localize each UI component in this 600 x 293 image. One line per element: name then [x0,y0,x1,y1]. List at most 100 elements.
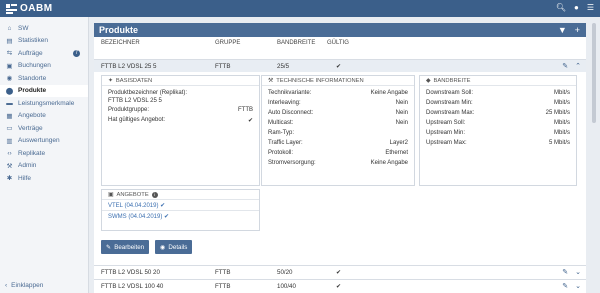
tech-info-field: Technikvariante: Keine Angabe [268,90,408,96]
table-row[interactable]: FTTB L2 VDSL 100 40 FTTB 100/40 ✔ ✎ ⌄ [94,279,586,292]
column-header-name[interactable]: BEZEICHNER [101,40,140,46]
bandwidth-field: Downstream Min: Mbit/s [426,100,570,106]
row-name: FTTB L2 VDSL 25 5 [101,63,157,70]
edit-icon[interactable]: ✎ [562,268,568,276]
tech-info-field: Stromversorgung: Keine Angabe [268,160,408,166]
sidebar: ⌂ SW ▤ Statistiken ⇆ Aufträge 7 ▣ Buchungen ◉ Stan… [0,17,89,293]
basisdaten-card: ✦ BASISDATEN Produktbezeichner (Replikat… [101,75,260,186]
sidebar-item-label: Hilfe [18,174,32,182]
edit-icon[interactable]: ✎ [562,282,568,290]
chevron-down-icon[interactable]: ⌄ [575,268,581,276]
page-scrollbar[interactable] [592,23,596,123]
row-bandwidth: 25/5 [277,63,290,70]
edit-icon[interactable]: ✎ [562,62,568,70]
sidebar-item-angebote[interactable]: ▦ Angebote [0,110,88,123]
lock-icon: ▣ [108,191,114,198]
panel-header: Produkte ▼ + [94,23,586,37]
tech-info-field: Interleaving: Nein [268,100,408,106]
products-icon: ⬤ [5,87,14,95]
app-logo-text: OABM [20,3,53,14]
row-group: FTTB [215,63,231,70]
chart-icon: ▤ [6,37,13,45]
filter-icon[interactable]: ▼ [558,25,567,35]
eye-icon: ◉ [160,243,166,251]
sidebar-item-label: Auswertungen [18,137,60,145]
offer-link-swms[interactable]: SWMS (04.04.2019) ✔ [102,210,259,221]
sidebar-item-buchungen[interactable]: ▣ Buchungen [0,60,88,73]
tech-info-field: Auto Disconnect: Nein [268,110,408,116]
search-icon[interactable]: 🔍︎ [556,3,566,12]
sidebar-item-auftr-ge[interactable]: ⇆ Aufträge 7 [0,47,88,60]
replica-value: FTTB L2 VDSL 25 5 [108,98,162,104]
sidebar-item-vertr-ge[interactable]: ▭ Verträge [0,122,88,135]
settings-icon[interactable]: ☰ [587,3,594,12]
collapse-label: Einklappen [11,282,44,289]
tech-info-field: Ram-Typ: [268,130,295,136]
card-title-bandwidth: BANDBREITE [433,77,471,84]
bandwidth-field: Upstream Max: 5 Mbit/s [426,140,570,146]
edit-button[interactable]: ✎ Bearbeiten [101,240,150,254]
sidebar-item-hilfe[interactable]: ✱ Hilfe [0,172,88,185]
page-title: Produkte [99,25,139,35]
help-icon: ✱ [6,175,13,183]
sidebar-item-label: Replikate [18,149,46,157]
collapse-sidebar-button[interactable]: ‹ Einklappen [5,282,43,289]
tech-info-field: Traffic Layer: Layer2 [268,140,408,146]
table-header: BEZEICHNER GRUPPE BANDBREITE GÜLTIG [94,37,586,50]
sidebar-item-auswertungen[interactable]: ▥ Auswertungen [0,135,88,148]
sidebar-item-label: Admin [18,162,37,170]
sidebar-item-leistungsmerkmale[interactable]: ▬ Leistungsmerkmale [0,97,88,110]
sidebar-item-produkte[interactable]: ⬤ Produkte [0,84,88,97]
bandwidth-field: Upstream Soll: Mbit/s [426,120,570,126]
sidebar-item-admin[interactable]: ⚒ Admin [0,160,88,173]
sidebar-item-statistiken[interactable]: ▤ Statistiken [0,35,88,48]
replica-label: Produktbezeichner (Replikat): [108,90,188,96]
puzzle-icon: ✦ [108,77,113,84]
info-icon[interactable]: i [151,191,158,198]
bookings-icon: ▣ [6,62,13,70]
bandwidth-field: Downstream Max: 25 Mbit/s [426,110,570,116]
add-icon[interactable]: + [575,25,580,35]
contracts-icon: ▭ [6,125,13,133]
chevron-left-icon: ‹ [5,282,8,289]
details-button[interactable]: ◉ Details [155,240,193,254]
offers-card: ▣ ANGEBOTE i VTEL (04.04.2019) ✔ SWMS (0… [101,189,260,231]
row-valid-check-icon: ✔ [336,283,342,290]
code-icon: ‹› [7,149,12,157]
tech-info-field: Multicast: Nein [268,120,408,126]
card-title-offers: ANGEBOTE [116,191,149,198]
products-panel: Produkte ▼ + BEZEICHNER GRUPPE BANDBREIT… [94,23,586,293]
sidebar-item-label: Statistiken [18,37,48,45]
pencil-icon: ✎ [106,243,112,251]
product-group-field: Produktgruppe: FTTB [108,107,253,113]
sidebar-item-label: Buchungen [18,62,51,70]
home-icon: ⌂ [7,24,12,32]
bandwidth-field: Upstream Min: Mbit/s [426,130,570,136]
tech-info-card: ⚒ TECHNISCHE INFORMATIONEN Technikvarian… [261,75,415,186]
wrench-icon: ⚒ [6,162,13,170]
sidebar-item-label: SW [18,24,29,32]
row-valid-check-icon: ✔ [336,63,342,70]
card-title-tech: TECHNISCHE INFORMATIONEN [276,77,364,84]
sidebar-item-label: Angebote [18,112,46,120]
offer-link-vtel[interactable]: VTEL (04.04.2019) ✔ [102,200,259,210]
sidebar-item-sw[interactable]: ⌂ SW [0,22,88,35]
column-header-valid[interactable]: GÜLTIG [327,40,349,46]
column-header-group[interactable]: GRUPPE [215,40,240,46]
top-bar: OABM 🔍︎ ● ☰ [0,0,600,17]
cart-icon: ⇆ [6,50,13,58]
user-icon[interactable]: ● [574,3,579,12]
reports-icon: ▥ [6,137,13,145]
sidebar-item-standorte[interactable]: ◉ Standorte [0,72,88,85]
chevron-up-icon[interactable]: ⌃ [575,62,581,70]
sidebar-item-label: Leistungsmerkmale [18,99,75,107]
check-icon: ✔ [247,118,253,124]
app-logo[interactable]: OABM [6,3,53,14]
chevron-down-icon[interactable]: ⌄ [575,282,581,290]
table-row[interactable]: FTTB L2 VDSL 25 5 FTTB 25/5 ✔ ✎ ⌃ [94,59,586,72]
bandwidth-card: ◆ BANDBREITE Downstream Soll: Mbit/s Downs… [419,75,577,186]
sidebar-item-label: Aufträge [18,49,43,57]
table-row[interactable]: FTTB L2 VDSL 50 20 FTTB 50/20 ✔ ✎ ⌄ [94,265,586,278]
sidebar-item-replikate[interactable]: ‹› Replikate [0,147,88,160]
column-header-bandwidth[interactable]: BANDBREITE [277,40,315,46]
